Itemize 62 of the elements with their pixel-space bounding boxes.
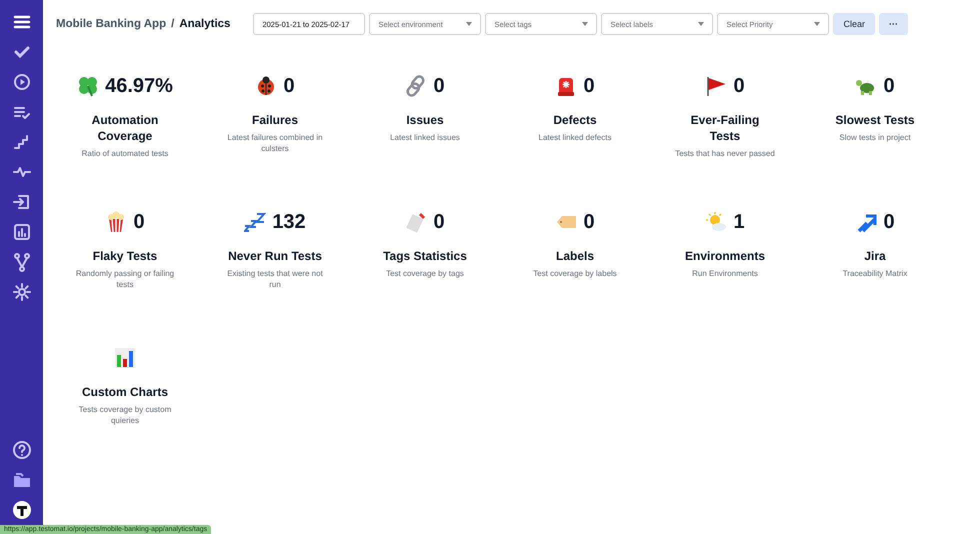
card-value: 1	[733, 210, 745, 234]
card-title[interactable]: Slowest Tests	[835, 112, 915, 128]
card-description: Latest linked issues	[390, 132, 460, 143]
sign-in-icon[interactable]	[12, 192, 32, 212]
card-value: 132	[272, 210, 306, 234]
card-value: 0	[433, 74, 445, 98]
project-name[interactable]: Mobile Banking App	[56, 18, 166, 30]
bar-chart-icon[interactable]	[12, 222, 32, 242]
card-value: 0	[283, 74, 295, 98]
card-title[interactable]: Tags Statistics	[383, 248, 467, 264]
card-title[interactable]: Flaky Tests	[92, 248, 158, 264]
card-description: Slow tests in project	[839, 132, 911, 143]
card-title[interactable]: Jira	[864, 248, 886, 264]
card-title[interactable]: Issues	[406, 112, 444, 128]
card-description: Ratio of automated tests	[82, 148, 168, 159]
card-description: Traceability Matrix	[842, 268, 908, 279]
folder-icon[interactable]	[12, 470, 32, 490]
card-title[interactable]: Environments	[684, 248, 765, 264]
caret-icon	[814, 22, 820, 26]
card-value: 46.97%	[105, 74, 173, 98]
card-value: 0	[883, 74, 895, 98]
card-description: Test coverage by tags	[386, 268, 464, 279]
card-description: Latest failures combined in culsters	[226, 132, 324, 154]
card-title[interactable]: Labels	[556, 248, 594, 264]
caret-icon	[698, 22, 704, 26]
page-title: Analytics	[179, 18, 230, 30]
card-description: Randomly passing or failing tests	[75, 268, 175, 290]
logo-icon[interactable]	[12, 500, 32, 520]
card-value: 0	[583, 74, 595, 98]
more-button[interactable]: ···	[878, 13, 908, 35]
card-title[interactable]: Defects	[553, 112, 597, 128]
card-title[interactable]: Automation Coverage	[78, 112, 172, 144]
card-title[interactable]: Ever-Failing Tests	[678, 112, 772, 144]
card-title[interactable]: Failures	[252, 112, 298, 128]
card-title[interactable]: Never Run Tests	[228, 248, 322, 264]
card-value: 0	[583, 210, 595, 234]
sleeping-z-icon	[244, 211, 266, 233]
sun-cloud-icon	[705, 211, 728, 233]
card-description: Tests that has never passed	[675, 148, 775, 159]
card-description: Tests coverage by custom quieries	[78, 404, 172, 426]
card-value: 0	[733, 74, 745, 98]
chain-link-icon	[405, 75, 428, 97]
breadcrumb-separator: /	[171, 18, 174, 30]
card-description: Test coverage by labels	[533, 268, 617, 279]
card-description: Run Environments	[692, 268, 758, 279]
card-value: 0	[133, 210, 145, 234]
clover-icon	[77, 75, 100, 97]
flag-icon	[705, 75, 728, 97]
card-title[interactable]: Custom Charts	[82, 384, 168, 400]
caret-icon	[582, 22, 588, 26]
play-icon[interactable]	[12, 72, 32, 92]
card-value: 0	[883, 210, 895, 234]
card-description: Latest linked defects	[538, 132, 612, 143]
help-icon[interactable]	[12, 440, 32, 460]
settings-icon[interactable]	[12, 282, 32, 302]
caret-icon	[466, 22, 472, 26]
tag-icon	[405, 211, 428, 233]
clear-button[interactable]: Clear	[833, 13, 875, 35]
branch-icon[interactable]	[12, 252, 32, 272]
card-description: Existing tests that were not run	[226, 268, 324, 290]
bar-chart-icon	[114, 347, 136, 369]
card-value: 0	[433, 210, 445, 234]
